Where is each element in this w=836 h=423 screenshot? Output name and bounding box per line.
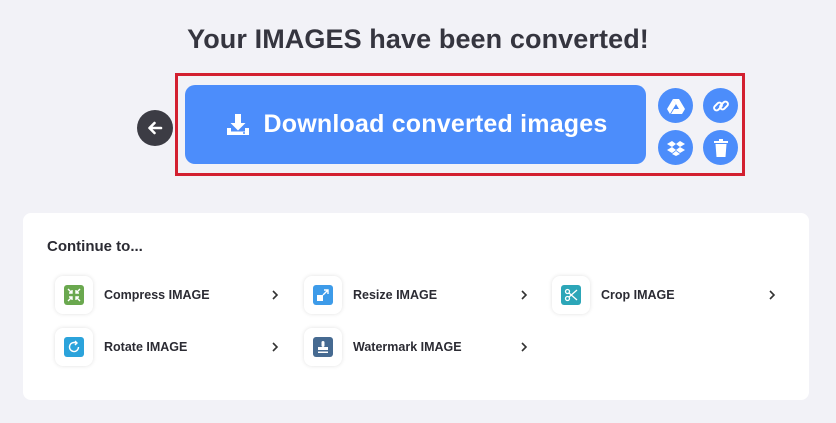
page-title: Your IMAGES have been converted! bbox=[187, 24, 649, 54]
download-label: Download converted images bbox=[263, 110, 608, 138]
resize-icon bbox=[313, 285, 333, 305]
chevron-right-icon bbox=[518, 341, 530, 353]
rotate-icon bbox=[64, 337, 84, 357]
trash-icon bbox=[713, 138, 728, 157]
chevron-right-icon bbox=[518, 289, 530, 301]
chevron-right-icon bbox=[766, 289, 778, 301]
tool-label: Crop IMAGE bbox=[601, 288, 675, 302]
continue-title: Continue to... bbox=[47, 238, 143, 255]
tool-icon-tile bbox=[304, 328, 342, 366]
tool-icon-tile bbox=[55, 328, 93, 366]
chevron-right-icon bbox=[269, 341, 281, 353]
delete-button[interactable] bbox=[703, 130, 738, 165]
tool-icon-tile bbox=[55, 276, 93, 314]
download-button[interactable]: Download converted images bbox=[185, 85, 646, 164]
tool-icon-tile bbox=[304, 276, 342, 314]
tool-watermark[interactable]: Watermark IMAGE bbox=[304, 328, 530, 366]
tool-compress[interactable]: Compress IMAGE bbox=[55, 276, 281, 314]
watermark-icon bbox=[313, 337, 333, 357]
continue-card: Continue to... Compress IMAGE Resize IMA… bbox=[23, 213, 809, 400]
dropbox-button[interactable] bbox=[658, 130, 693, 165]
chevron-right-icon bbox=[269, 289, 281, 301]
download-icon bbox=[224, 111, 252, 139]
google-drive-button[interactable] bbox=[658, 88, 693, 123]
tool-icon-tile bbox=[552, 276, 590, 314]
tool-resize[interactable]: Resize IMAGE bbox=[304, 276, 530, 314]
share-link-button[interactable] bbox=[703, 88, 738, 123]
arrow-left-icon bbox=[146, 119, 164, 137]
back-button[interactable] bbox=[137, 110, 173, 146]
tool-label: Resize IMAGE bbox=[353, 288, 438, 302]
link-icon bbox=[712, 97, 730, 115]
dropbox-icon bbox=[666, 140, 685, 156]
tool-crop[interactable]: Crop IMAGE bbox=[552, 276, 778, 314]
tool-label: Compress IMAGE bbox=[104, 288, 210, 302]
tool-label: Watermark IMAGE bbox=[353, 340, 462, 354]
tool-rotate[interactable]: Rotate IMAGE bbox=[55, 328, 281, 366]
tool-label: Rotate IMAGE bbox=[104, 340, 188, 354]
crop-icon bbox=[561, 285, 581, 305]
google-drive-icon bbox=[666, 98, 685, 114]
compress-icon bbox=[64, 285, 84, 305]
